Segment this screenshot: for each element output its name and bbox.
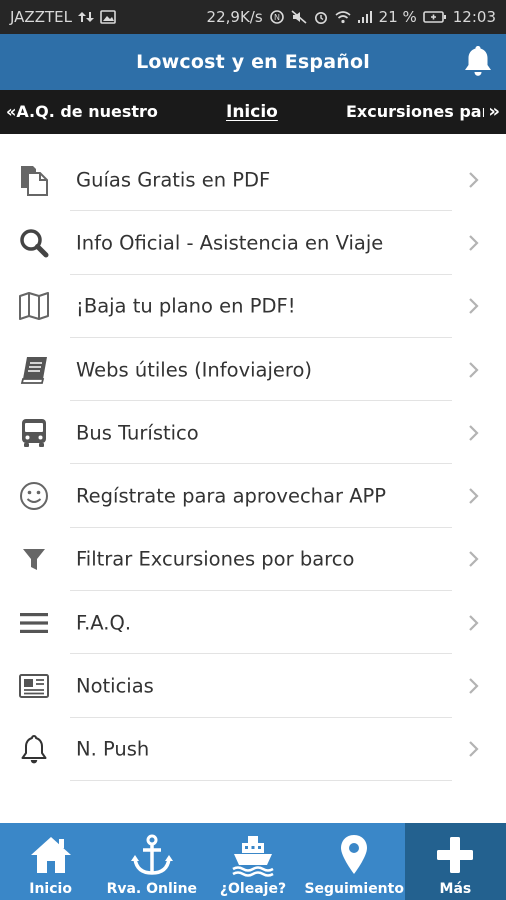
menu-item-label: Guías Gratis en PDF xyxy=(76,168,271,192)
menu-item-noticias[interactable]: Noticias xyxy=(0,654,506,718)
menu-item-label: Filtrar Excursiones por barco xyxy=(76,547,355,571)
documents-icon xyxy=(21,165,48,196)
tab-inicio[interactable]: Inicio xyxy=(226,102,278,122)
search-icon xyxy=(20,229,49,258)
menu-item-label: Bus Turístico xyxy=(76,421,199,445)
map-icon xyxy=(19,292,49,321)
menu-item-registrate[interactable]: Regístrate para aprovechar APP xyxy=(0,464,506,528)
menu-item-label: Regístrate para aprovechar APP xyxy=(76,484,387,508)
chevron-right-icon xyxy=(469,425,479,441)
chevron-right-icon xyxy=(469,614,479,631)
chevron-right-icon xyxy=(469,361,479,378)
battery-percent: 21 % xyxy=(378,8,417,26)
menu-item-n-push[interactable]: N. Push xyxy=(0,718,506,781)
menu-item-guias-pdf[interactable]: Guías Gratis en PDF xyxy=(0,148,506,212)
tab-prev-label: A.Q. de nuestro xyxy=(16,102,158,121)
alarm-icon xyxy=(314,12,327,24)
chevron-right-icon xyxy=(469,235,479,251)
menu-item-bus-turistico[interactable]: Bus Turístico xyxy=(0,401,506,465)
menu-item-label: N. Push xyxy=(76,737,150,761)
image-notification-icon xyxy=(100,10,116,24)
status-bar: JAZZTEL 22,9K/s N 21 % 12:03 xyxy=(0,0,506,34)
signal-icon xyxy=(357,11,372,23)
app-header: Lowcost y en Español xyxy=(0,34,506,90)
svg-text:N: N xyxy=(274,13,280,22)
nav-label: Inicio xyxy=(29,881,72,897)
nav-label: Más xyxy=(439,881,472,897)
menu-item-filtrar-excursiones[interactable]: Filtrar Excursiones por barco xyxy=(0,528,506,592)
tab-next-arrow[interactable]: » xyxy=(486,101,500,122)
wifi-icon xyxy=(335,11,351,24)
ship-icon xyxy=(232,836,274,877)
menu-item-label: Noticias xyxy=(76,674,154,698)
menu-item-plano-pdf[interactable]: ¡Baja tu plano en PDF! xyxy=(0,275,506,338)
bell-icon[interactable] xyxy=(462,44,494,78)
menu-item-label: ¡Baja tu plano en PDF! xyxy=(76,294,296,318)
tab-prev-arrow: « xyxy=(6,102,17,121)
tab-aq-de-nuestro[interactable]: «A.Q. de nuestro xyxy=(6,102,158,121)
newspaper-icon xyxy=(19,674,49,699)
anchor-icon xyxy=(130,834,173,875)
nav-oleaje[interactable]: ¿Oleaje? xyxy=(202,823,303,900)
nav-mas[interactable]: Más xyxy=(404,823,506,900)
nav-seguimiento[interactable]: Seguimiento xyxy=(304,823,405,900)
plus-icon xyxy=(437,837,474,873)
nav-label: Seguimiento xyxy=(304,881,404,897)
book-icon xyxy=(20,356,47,384)
carrier-name: JAZZTEL xyxy=(10,8,72,26)
bell-outline-icon xyxy=(21,735,47,764)
map-pin-icon xyxy=(341,835,368,874)
menu-item-faq[interactable]: F.A.Q. xyxy=(0,591,506,655)
nav-rva-online[interactable]: Rva. Online xyxy=(101,823,202,900)
nfc-icon: N xyxy=(269,10,284,24)
chevron-right-icon xyxy=(469,488,479,504)
menu-lines-icon xyxy=(20,612,48,633)
nav-label: Rva. Online xyxy=(106,881,198,897)
chevron-right-icon xyxy=(469,298,479,315)
main-menu-list: Guías Gratis en PDF Info Oficial - Asist… xyxy=(0,148,506,781)
divider xyxy=(70,779,452,781)
home-icon xyxy=(30,837,71,873)
bus-icon xyxy=(22,418,46,447)
tab-excursiones[interactable]: Excursiones para xyxy=(346,102,484,121)
app-title: Lowcost y en Español xyxy=(136,51,370,73)
smiley-icon xyxy=(20,482,48,511)
menu-item-label: F.A.Q. xyxy=(76,611,132,635)
menu-item-label: Webs útiles (Infoviajero) xyxy=(76,358,313,382)
category-tabs: «A.Q. de nuestro Inicio Excursiones para… xyxy=(0,90,506,134)
chevron-right-icon xyxy=(469,678,479,694)
filter-icon xyxy=(23,549,45,571)
menu-item-info-oficial[interactable]: Info Oficial - Asistencia en Viaje xyxy=(0,211,506,275)
chevron-right-icon xyxy=(469,741,479,758)
menu-item-webs-utiles[interactable]: Webs útiles (Infoviajero) xyxy=(0,338,506,402)
bottom-navigation: Inicio Rva. Online ¿Oleaje? Seguimiento xyxy=(0,823,506,900)
clock: 12:03 xyxy=(452,8,496,26)
chevron-right-icon xyxy=(469,171,479,188)
data-transfer-icon xyxy=(77,12,94,22)
mute-icon xyxy=(291,10,307,24)
menu-item-label: Info Oficial - Asistencia en Viaje xyxy=(76,231,384,255)
network-speed: 22,9K/s xyxy=(206,8,263,26)
chevron-right-icon xyxy=(469,551,479,568)
nav-label: ¿Oleaje? xyxy=(219,881,287,897)
battery-icon xyxy=(422,11,446,23)
nav-inicio[interactable]: Inicio xyxy=(0,823,101,900)
